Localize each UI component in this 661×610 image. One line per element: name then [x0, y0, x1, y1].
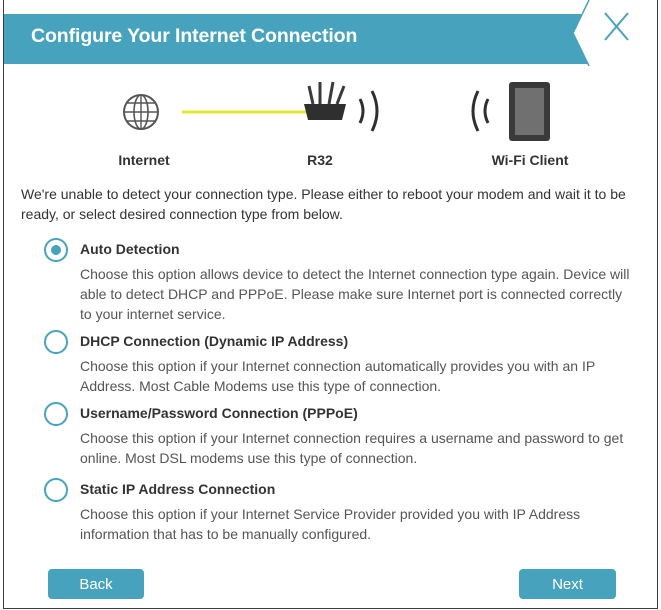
option-description: Choose this option if your Internet Serv…	[80, 506, 581, 542]
next-button[interactable]: Next	[519, 569, 616, 599]
option-title: Username/Password Connection (PPPoE)	[80, 405, 358, 421]
setup-dialog: Configure Your Internet Connection Inter…	[3, 0, 658, 609]
wifi-signal-icon	[358, 90, 379, 132]
router-label: R32	[307, 152, 333, 168]
option-description: Choose this option if your Internet conn…	[80, 430, 624, 466]
pppoe-radio[interactable]	[44, 402, 68, 426]
dhcp-radio[interactable]	[44, 330, 68, 354]
dialog-header: Configure Your Internet Connection	[4, 14, 657, 64]
back-button[interactable]: Back	[48, 569, 144, 599]
static-ip-radio[interactable]	[44, 478, 68, 502]
wifi-signal-icon	[471, 90, 490, 132]
close-button[interactable]	[572, 0, 657, 67]
router-icon	[304, 81, 346, 120]
close-icon	[572, 0, 657, 67]
option-title: Static IP Address Connection	[80, 481, 276, 497]
option-title: Auto Detection	[80, 241, 180, 257]
option-title: DHCP Connection (Dynamic IP Address)	[80, 333, 349, 349]
option-description: Choose this option if your Internet conn…	[80, 358, 595, 394]
auto-detection-radio[interactable]	[44, 238, 68, 262]
diagram-graphic	[123, 81, 550, 141]
dialog-title: Configure Your Internet Connection	[31, 25, 358, 47]
internet-label: Internet	[118, 152, 170, 168]
tablet-icon	[509, 82, 550, 141]
connection-diagram: Internet R32 Wi-Fi Client	[4, 76, 657, 176]
intro-text: We're unable to detect your connection t…	[21, 186, 626, 222]
client-label: Wi-Fi Client	[491, 152, 569, 168]
globe-icon	[123, 94, 159, 130]
option-description: Choose this option allows device to dete…	[80, 266, 630, 322]
